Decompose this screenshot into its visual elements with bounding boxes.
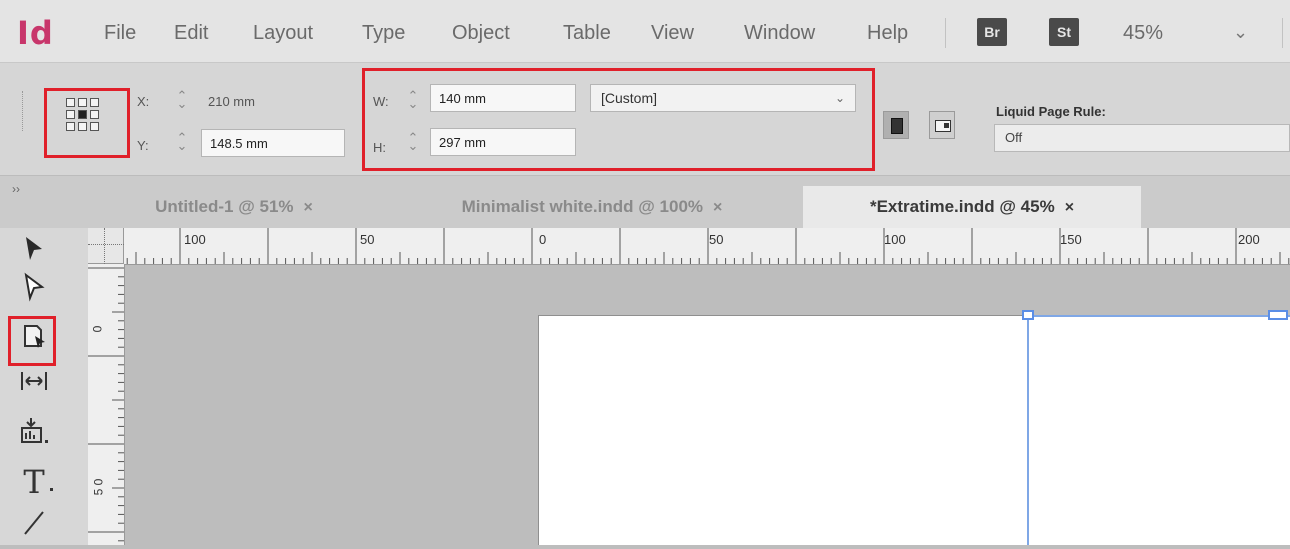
ruler-label: 200	[1238, 232, 1260, 247]
panel-grip[interactable]	[22, 91, 25, 131]
ruler-label: 0	[90, 325, 105, 333]
portrait-icon	[891, 118, 903, 134]
type-tool-icon[interactable]: T	[14, 462, 54, 502]
gap-tool-icon[interactable]	[14, 366, 54, 406]
page-top-guide	[1028, 315, 1290, 317]
stock-button[interactable]: St	[1049, 18, 1079, 46]
close-icon[interactable]: ×	[304, 199, 313, 216]
portrait-orientation-button[interactable]	[883, 111, 909, 139]
collapse-panel-icon[interactable]: ››	[12, 182, 20, 196]
page-resize-handle[interactable]	[1022, 310, 1034, 320]
menu-help[interactable]: Help	[867, 22, 908, 45]
x-label: X:	[137, 94, 150, 109]
menu-object[interactable]: Object	[452, 22, 510, 45]
menu-type[interactable]: Type	[362, 22, 405, 45]
landscape-orientation-button[interactable]	[929, 111, 955, 139]
menu-table[interactable]: Table	[563, 22, 611, 45]
x-field[interactable]: 210 mm	[208, 94, 255, 109]
ruler-label: 100	[884, 232, 906, 247]
menu-view[interactable]: View	[651, 22, 694, 45]
menu-divider	[945, 18, 946, 48]
indesign-logo: Id	[17, 14, 54, 52]
menu-window[interactable]: Window	[744, 22, 815, 45]
tab-minimalist-white[interactable]: Minimalist white.indd @ 100% ×	[382, 186, 802, 228]
page-tool-highlight	[8, 316, 56, 366]
close-icon[interactable]: ×	[713, 199, 722, 216]
reference-point-highlight	[44, 88, 130, 158]
tab-label: Minimalist white.indd @ 100%	[461, 197, 704, 216]
tab-label: Untitled-1 @ 51%	[155, 197, 294, 216]
close-icon[interactable]: ×	[1065, 199, 1074, 216]
landscape-icon	[935, 120, 951, 132]
ruler-origin[interactable]	[88, 228, 124, 264]
direct-selection-icon[interactable]	[14, 272, 54, 312]
menu-edit[interactable]: Edit	[174, 22, 208, 45]
bridge-button[interactable]: Br	[977, 18, 1007, 46]
selection-arrow-icon[interactable]	[14, 234, 54, 274]
tab-label: *Extratime.indd @ 45%	[869, 197, 1055, 216]
x-stepper-icon[interactable]: ⌃ ⌄	[174, 89, 190, 110]
tab-extratime[interactable]: *Extratime.indd @ 45% ×	[803, 186, 1141, 228]
menu-layout[interactable]: Layout	[253, 22, 313, 45]
menu-file[interactable]: File	[104, 22, 136, 45]
size-fields-highlight	[362, 68, 875, 171]
ruler-label: 5 0	[91, 478, 106, 496]
ruler-label: 50	[360, 232, 375, 247]
ruler-label: 100	[184, 232, 206, 247]
menu-divider-right	[1282, 18, 1283, 48]
horizontal-ruler[interactable]: 100 50 0 50 100 150 200	[88, 228, 1290, 265]
liquid-page-rule-select[interactable]: Off	[994, 124, 1290, 152]
ruler-label: 150	[1060, 232, 1082, 247]
tab-untitled[interactable]: Untitled-1 @ 51% ×	[100, 186, 368, 228]
vertical-ruler[interactable]: 0 5 0	[88, 264, 125, 545]
y-label: Y:	[137, 138, 149, 153]
y-field[interactable]: 148.5 mm	[201, 129, 345, 157]
zoom-level[interactable]: 45%	[1123, 22, 1163, 45]
zoom-dropdown-icon[interactable]: ⌄	[1233, 22, 1248, 43]
liquid-page-rule-label: Liquid Page Rule:	[996, 104, 1106, 119]
y-stepper-icon[interactable]: ⌃ ⌄	[174, 131, 190, 152]
tool-submenu-indicator	[50, 488, 53, 491]
content-collector-icon[interactable]	[14, 414, 54, 454]
ruler-label: 50	[709, 232, 724, 247]
document-page[interactable]	[538, 315, 1290, 545]
page-edge-guide	[1027, 315, 1029, 545]
line-tool-icon[interactable]	[14, 504, 54, 544]
menu-bar: Id File Edit Layout Type Object Table Vi…	[0, 0, 1290, 63]
ruler-label: 0	[539, 232, 547, 247]
page-resize-handle[interactable]	[1268, 310, 1288, 320]
